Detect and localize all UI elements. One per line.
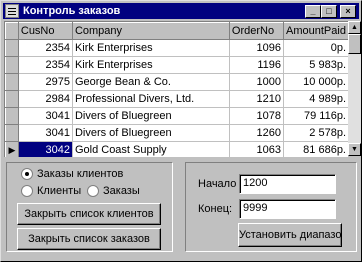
view-mode-panel: Заказы клиентов Клиенты Заказы Закрыть с… <box>6 162 173 252</box>
column-header-amountpaid[interactable]: AmountPaid <box>283 22 349 40</box>
cell-amountpaid[interactable]: 79 116р. <box>283 107 349 125</box>
cell-orderno[interactable]: 1063 <box>229 141 285 157</box>
cell-company[interactable]: Divers of Bluegreen <box>72 107 230 125</box>
table-row[interactable]: 2975 George Bean & Co. 1000 10 000р. <box>5 73 349 91</box>
end-label: Конец: <box>198 203 233 215</box>
title-bar[interactable]: Контроль заказов _ □ × <box>3 3 359 19</box>
cell-amountpaid[interactable]: 4 989р. <box>283 90 349 108</box>
cell-amountpaid[interactable]: 0р. <box>283 39 349 57</box>
close-button[interactable]: × <box>340 5 356 18</box>
column-header-cusno[interactable]: CusNo <box>17 22 73 40</box>
row-indicator[interactable] <box>5 107 19 125</box>
table-row[interactable]: 2354 Kirk Enterprises 1096 0р. <box>5 39 349 57</box>
orders-grid[interactable]: CusNo Company OrderNo AmountPaid 2354 Ki… <box>4 21 349 157</box>
start-field[interactable]: 1200 <box>239 174 336 194</box>
row-indicator[interactable] <box>5 124 19 142</box>
table-row[interactable]: 2984 Professional Divers, Ltd. 1210 4 98… <box>5 90 349 108</box>
start-label: Начало <box>198 178 237 190</box>
current-row-indicator-icon[interactable]: ▶ <box>5 141 19 157</box>
row-indicator[interactable] <box>5 90 19 108</box>
cell-amountpaid[interactable]: 10 000р. <box>283 73 349 91</box>
column-header-company[interactable]: Company <box>71 22 230 40</box>
radio-icon[interactable] <box>21 185 33 197</box>
cell-company[interactable]: Professional Divers, Ltd. <box>72 90 230 108</box>
cell-cusno-selected[interactable]: 3042 <box>18 141 73 157</box>
cell-cusno[interactable]: 3041 <box>18 107 73 125</box>
cell-cusno[interactable]: 2975 <box>18 73 73 91</box>
row-indicator[interactable] <box>5 56 19 74</box>
table-row[interactable]: 3041 Divers of Bluegreen 1078 79 116р. <box>5 107 349 125</box>
radio-label: Заказы <box>103 185 140 197</box>
radio-selected-icon[interactable] <box>21 168 33 180</box>
cell-company[interactable]: Kirk Enterprises <box>72 56 230 74</box>
cell-company[interactable]: Kirk Enterprises <box>72 39 230 57</box>
scroll-up-icon[interactable]: ▲ <box>348 21 361 34</box>
set-range-button[interactable]: Установить диапазон <box>238 223 342 247</box>
scroll-down-icon[interactable]: ▼ <box>348 143 361 156</box>
cell-cusno[interactable]: 2984 <box>18 90 73 108</box>
row-indicator[interactable] <box>5 39 19 57</box>
radio-label: Клиенты <box>37 185 82 197</box>
cell-orderno[interactable]: 1260 <box>229 124 285 142</box>
cell-cusno[interactable]: 2354 <box>18 56 73 74</box>
scroll-thumb[interactable] <box>348 34 361 54</box>
table-row[interactable]: 2354 Kirk Enterprises 1196 5 983р. <box>5 56 349 74</box>
maximize-button[interactable]: □ <box>321 5 337 18</box>
close-clients-button[interactable]: Закрыть список клиентов <box>17 203 161 225</box>
grid-header-row: CusNo Company OrderNo AmountPaid <box>5 22 349 40</box>
main-window: Контроль заказов _ □ × CusNo Company Ord… <box>0 0 362 262</box>
close-orders-button[interactable]: Закрыть список заказов <box>17 228 161 250</box>
radio-label: Заказы клиентов <box>37 168 124 180</box>
cell-orderno[interactable]: 1210 <box>229 90 285 108</box>
cell-orderno[interactable]: 1096 <box>229 39 285 57</box>
end-field[interactable]: 9999 <box>239 199 336 219</box>
cell-orderno[interactable]: 1078 <box>229 107 285 125</box>
cell-amountpaid[interactable]: 81 686р. <box>283 141 349 157</box>
cell-amountpaid[interactable]: 5 983р. <box>283 56 349 74</box>
cell-company[interactable]: Divers of Bluegreen <box>72 124 230 142</box>
cell-cusno[interactable]: 2354 <box>18 39 73 57</box>
cell-amountpaid[interactable]: 2 578р. <box>283 124 349 142</box>
table-row[interactable]: 3041 Divers of Bluegreen 1260 2 578р. <box>5 124 349 142</box>
column-header-orderno[interactable]: OrderNo <box>228 22 285 40</box>
cell-company[interactable]: Gold Coast Supply <box>72 141 230 157</box>
cell-company[interactable]: George Bean & Co. <box>72 73 230 91</box>
minimize-button[interactable]: _ <box>305 5 321 18</box>
cell-orderno[interactable]: 1196 <box>229 56 285 74</box>
cell-cusno[interactable]: 3041 <box>18 124 73 142</box>
table-row-current[interactable]: ▶ 3042 Gold Coast Supply 1063 81 686р. <box>5 141 349 157</box>
cell-orderno[interactable]: 1000 <box>229 73 285 91</box>
row-indicator[interactable] <box>5 73 19 91</box>
range-panel: Начало 1200 Конец: 9999 Установить диапа… <box>185 162 357 252</box>
window-title: Контроль заказов <box>23 5 121 17</box>
header-indicator <box>5 22 19 40</box>
grid-vertical-scrollbar[interactable]: ▲ ▼ <box>348 21 361 156</box>
app-icon <box>5 4 19 18</box>
radio-icon[interactable] <box>87 185 99 197</box>
